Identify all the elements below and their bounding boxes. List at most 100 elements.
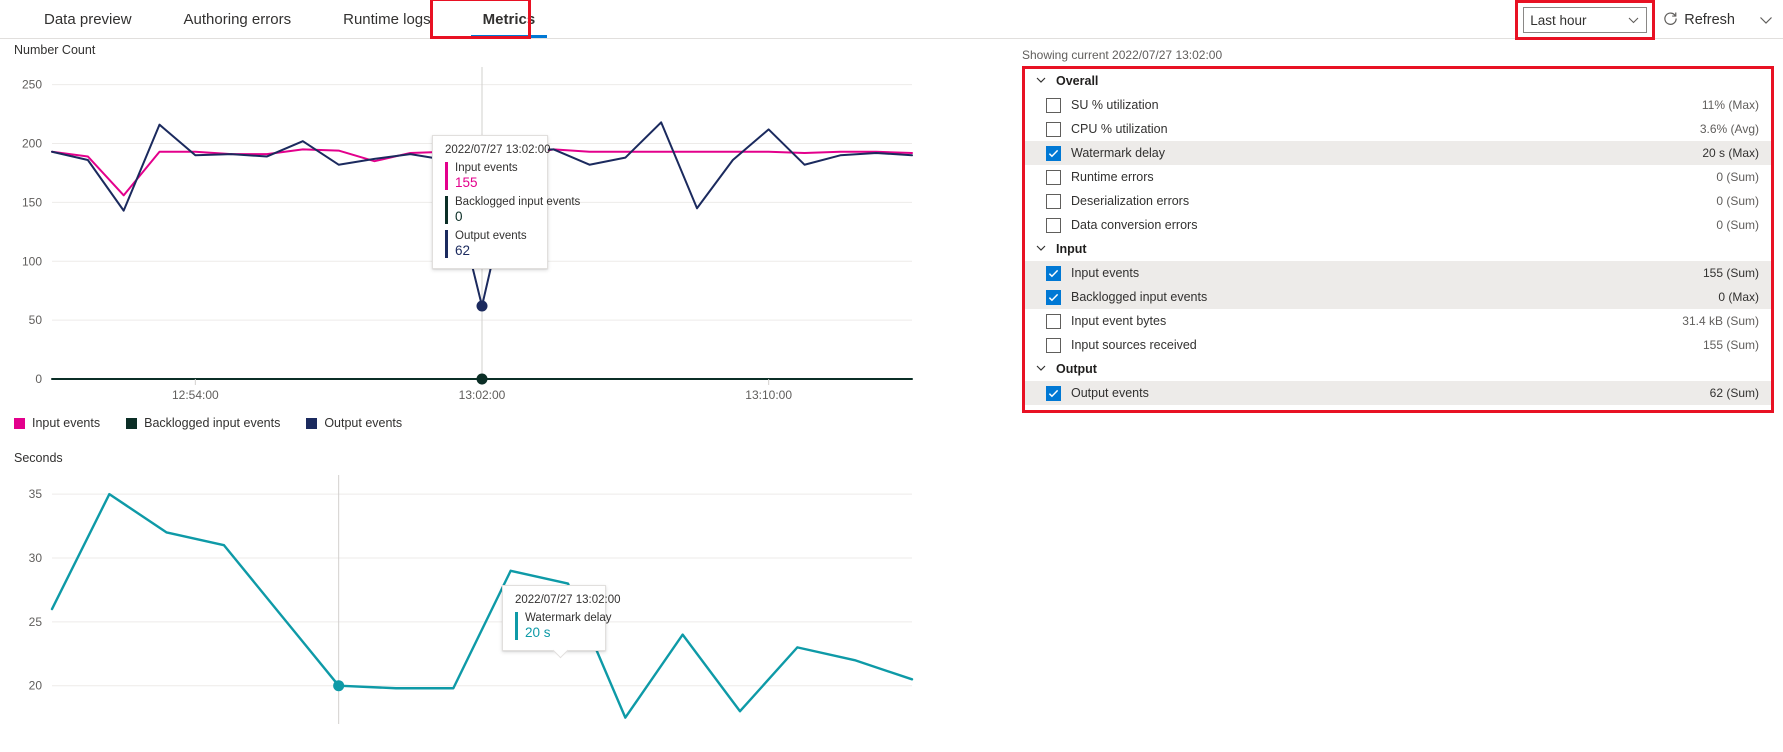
metric-value: 0 (Sum)	[1716, 194, 1759, 208]
svg-text:35: 35	[29, 487, 43, 501]
legend-item-backlogged-input-events[interactable]: Backlogged input events	[126, 416, 280, 430]
metric-value: 3.6% (Avg)	[1699, 122, 1759, 136]
tab-runtime-logs[interactable]: Runtime logs	[317, 0, 457, 38]
metric-value: 0 (Sum)	[1716, 218, 1759, 232]
svg-text:20: 20	[29, 679, 43, 693]
chevron-down-icon	[1035, 74, 1047, 89]
tab-bar: Data preview Authoring errors Runtime lo…	[0, 0, 1783, 39]
legend-label: Input events	[32, 416, 101, 430]
metric-row[interactable]: CPU % utilization 3.6% (Avg)	[1025, 117, 1771, 141]
metric-group-output[interactable]: Output	[1025, 357, 1771, 381]
metric-row[interactable]: Output events 62 (Sum)	[1025, 381, 1771, 405]
refresh-label: Refresh	[1684, 12, 1735, 28]
svg-text:13:10:00: 13:10:00	[745, 388, 792, 402]
tooltip-series-name: Backlogged input events	[455, 196, 581, 208]
metric-value: 31.4 kB (Sum)	[1682, 314, 1759, 328]
metric-row[interactable]: Runtime errors 0 (Sum)	[1025, 165, 1771, 189]
legend-swatch	[306, 417, 318, 429]
metrics-page: Data preview Authoring errors Runtime lo…	[0, 0, 1783, 752]
metrics-list: Overall SU % utilization 11% (Max) CPU % ut…	[1025, 69, 1771, 410]
seconds-chart: Seconds 20 25 30 35 2022/07/27 13:02:00 Wat…	[0, 447, 1012, 752]
metric-label: Input sources received	[1071, 338, 1197, 352]
tab-authoring-errors[interactable]: Authoring errors	[158, 0, 318, 38]
metric-checkbox[interactable]	[1046, 385, 1061, 401]
metric-row[interactable]: Input events 155 (Sum)	[1025, 261, 1771, 285]
metric-checkbox[interactable]	[1046, 121, 1061, 137]
tooltip-time: 2022/07/27 13:02:00	[445, 144, 551, 156]
metric-checkbox[interactable]	[1046, 145, 1061, 161]
metric-label: Watermark delay	[1071, 146, 1166, 160]
tooltip-color-bar	[445, 196, 448, 224]
metric-label: Input event bytes	[1071, 314, 1167, 328]
tooltip-series-name: Output events	[455, 230, 527, 242]
metric-checkbox[interactable]	[1046, 337, 1061, 353]
metric-label: SU % utilization	[1071, 98, 1159, 112]
legend-item-input-events[interactable]: Input events	[14, 416, 100, 430]
metric-checkbox[interactable]	[1046, 313, 1061, 329]
showing-current-label: Showing current 2022/07/27 13:02:00	[1022, 48, 1223, 62]
legend-swatch	[14, 417, 25, 429]
tooltip-color-bar	[445, 162, 448, 190]
legend-item-output-events[interactable]: Output events	[306, 416, 402, 430]
refresh-button[interactable]: Refresh	[1657, 11, 1735, 30]
metric-row[interactable]: Input event bytes 31.4 kB (Sum)	[1025, 309, 1771, 333]
metric-checkbox[interactable]	[1046, 169, 1061, 185]
svg-text:100: 100	[22, 254, 42, 268]
tab-metrics[interactable]: Metrics	[457, 0, 562, 38]
svg-text:200: 200	[22, 137, 42, 151]
metric-label: Backlogged input events	[1071, 290, 1208, 304]
number-count-chart: Number Count 0 50 100 150 200 250 12:54:00 13:0…	[0, 39, 1012, 439]
metric-value: 62 (Sum)	[1709, 386, 1759, 400]
tab-list: Data preview Authoring errors Runtime lo…	[18, 0, 561, 38]
metric-row[interactable]: Input sources received 155 (Sum)	[1025, 333, 1771, 357]
metric-group-overall[interactable]: Overall	[1025, 69, 1771, 93]
metric-checkbox[interactable]	[1046, 97, 1061, 113]
metric-checkbox[interactable]	[1046, 289, 1061, 305]
metric-value: 0 (Sum)	[1716, 170, 1759, 184]
svg-text:50: 50	[29, 313, 43, 327]
metric-checkbox[interactable]	[1046, 217, 1061, 233]
metric-checkbox[interactable]	[1046, 193, 1061, 209]
tooltip-row: Output events 62	[445, 230, 535, 258]
tooltip-color-bar	[445, 230, 448, 258]
metric-group-label: Output	[1056, 362, 1097, 376]
chevron-down-icon	[1035, 362, 1047, 377]
metric-value: 0 (Max)	[1718, 290, 1759, 304]
metric-label: CPU % utilization	[1071, 122, 1168, 136]
tab-label: Data preview	[44, 10, 132, 28]
chart1-legend: Input events Backlogged input events Out…	[14, 416, 402, 430]
svg-text:13:02:00: 13:02:00	[459, 388, 506, 402]
legend-label: Backlogged input events	[144, 416, 281, 430]
chart2-tooltip: 2022/07/27 13:02:00 Watermark delay 20 s	[502, 585, 621, 659]
tooltip-series-value: 20 s	[525, 625, 551, 640]
metric-row[interactable]: Backlogged input events 0 (Max)	[1025, 285, 1771, 309]
metric-row[interactable]: Watermark delay 20 s (Max)	[1025, 141, 1771, 165]
metric-checkbox[interactable]	[1046, 265, 1061, 281]
tooltip-series-value: 62	[455, 243, 471, 258]
metric-label: Input events	[1071, 266, 1140, 280]
tab-data-preview[interactable]: Data preview	[18, 0, 158, 38]
metric-group-input[interactable]: Input	[1025, 237, 1771, 261]
legend-swatch	[126, 417, 138, 429]
metric-label: Runtime errors	[1071, 170, 1154, 184]
tooltip-series-name: Input events	[455, 162, 518, 174]
svg-text:250: 250	[22, 78, 42, 92]
metric-value: 20 s (Max)	[1702, 146, 1759, 160]
tooltip-row: Backlogged input events 0	[445, 196, 580, 224]
metric-row[interactable]: Data conversion errors 0 (Sum)	[1025, 213, 1771, 237]
metrics-selector-panel: Overall SU % utilization 11% (Max) CPU % ut…	[1022, 66, 1774, 413]
time-range-select[interactable]: Last hour	[1523, 7, 1648, 33]
metric-row[interactable]: Deserialization errors 0 (Sum)	[1025, 189, 1771, 213]
svg-text:12:54:00: 12:54:00	[172, 388, 219, 402]
tab-label: Metrics	[482, 10, 536, 28]
tab-label: Runtime logs	[343, 10, 431, 28]
time-range-value: Last hour	[1530, 12, 1587, 28]
metric-label: Deserialization errors	[1071, 194, 1190, 208]
legend-label: Output events	[324, 416, 403, 430]
metric-row[interactable]: SU % utilization 11% (Max)	[1025, 93, 1771, 117]
refresh-options-chevron-icon[interactable]	[1759, 13, 1773, 27]
chart1-tooltip: 2022/07/27 13:02:00 Input events 155 Bac…	[432, 135, 580, 269]
chevron-down-icon	[1628, 15, 1639, 26]
header-controls: Last hour Refresh	[1515, 0, 1773, 40]
metric-label: Data conversion errors	[1071, 218, 1198, 232]
